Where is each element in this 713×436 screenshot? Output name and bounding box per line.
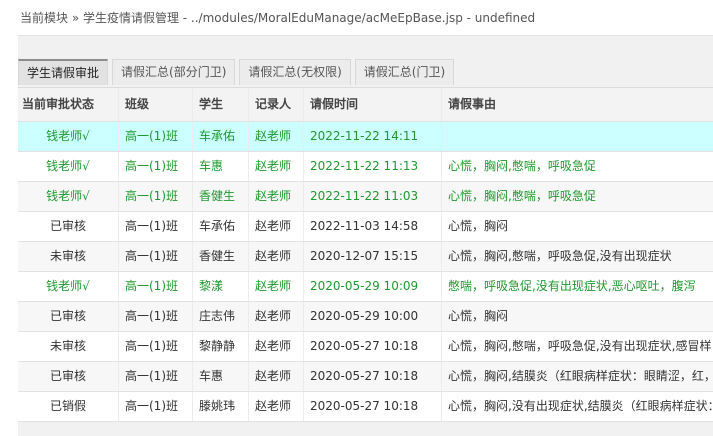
cell-reason: 憋喘，呼吸急促,没有出现症状,恶心呕吐，腹泻	[448, 279, 696, 293]
cell-status: 已审核	[18, 302, 119, 331]
breadcrumb: 当前模块 » 学生疫情请假管理 - ../modules/MoralEduMan…	[20, 11, 536, 25]
cell-time: 2020-05-27 10:18	[304, 362, 442, 391]
cell-recorder: 赵老师	[249, 362, 304, 391]
cell-student: 黎静静	[193, 332, 249, 361]
cell-time: 2020-12-07 15:15	[304, 242, 442, 271]
cell-class: 高一(1)班	[119, 152, 193, 181]
cell-recorder: 赵老师	[249, 332, 304, 361]
cell-status: 钱老师√	[18, 272, 119, 301]
table-row[interactable]: 已审核 高一(1)班 车承佑 赵老师 2022-11-03 14:58 心慌，胸闷	[18, 212, 713, 242]
tab-leave-summary-guard[interactable]: 请假汇总(门卫)	[354, 59, 455, 85]
cell-reason: 心慌，胸闷,憋喘，呼吸急促	[448, 189, 596, 203]
cell-reason: 心慌，胸闷,憋喘，呼吸急促,没有出现症状,感冒样	[448, 339, 712, 353]
table-row[interactable]: 已销假 高一(1)班 滕姚玮 赵老师 2020-05-27 10:18 心慌，胸闷,没有出…	[18, 392, 713, 422]
column-header-time[interactable]: 请假时间	[304, 88, 442, 121]
cell-student: 香健生	[193, 242, 249, 271]
cell-student: 滕姚玮	[193, 392, 249, 421]
cell-time: 2022-11-22 11:03	[304, 182, 442, 211]
cell-class: 高一(1)班	[119, 272, 193, 301]
table-row[interactable]: 钱老师√ 高一(1)班 车惠 赵老师 2022-11-22 11:13 心慌，胸闷,憋喘，…	[18, 152, 713, 182]
cell-time: 2020-05-27 10:18	[304, 332, 442, 361]
tab-student-leave-approval[interactable]: 学生请假审批	[18, 59, 109, 85]
cell-class: 高一(1)班	[119, 362, 193, 391]
cell-recorder: 赵老师	[249, 302, 304, 331]
cell-reason: 心慌，胸闷,没有出现症状,结膜炎（红眼病样症状：	[448, 399, 713, 413]
cell-time: 2022-11-03 14:58	[304, 212, 442, 241]
cell-class: 高一(1)班	[119, 392, 193, 421]
column-header-status[interactable]: 当前审批状态	[18, 88, 119, 121]
cell-student: 庄志伟	[193, 302, 249, 331]
cell-student: 黎漾	[193, 272, 249, 301]
column-header-student[interactable]: 学生	[193, 88, 249, 121]
cell-time: 2020-05-29 10:00	[304, 302, 442, 331]
table-row[interactable]: 已审核 高一(1)班 车惠 赵老师 2020-05-27 10:18 心慌，胸闷,结膜炎（…	[18, 362, 713, 392]
cell-reason: 心慌，胸闷,憋喘，呼吸急促	[448, 159, 596, 173]
cell-time: 2020-05-29 10:09	[304, 272, 442, 301]
tab-leave-summary-partial-guard[interactable]: 请假汇总(部分门卫)	[112, 59, 236, 85]
cell-status: 已审核	[18, 212, 119, 241]
cell-recorder: 赵老师	[249, 122, 304, 151]
cell-student: 车惠	[193, 152, 249, 181]
table-row[interactable]: 钱老师√ 高一(1)班 车承佑 赵老师 2022-11-22 14:11	[18, 122, 713, 152]
cell-time: 2020-05-27 10:18	[304, 392, 442, 421]
cell-class: 高一(1)班	[119, 212, 193, 241]
cell-class: 高一(1)班	[119, 182, 193, 211]
cell-recorder: 赵老师	[249, 212, 304, 241]
table-row[interactable]: 钱老师√ 高一(1)班 香健生 赵老师 2022-11-22 11:03 心慌，胸闷,憋喘…	[18, 182, 713, 212]
cell-status: 未审核	[18, 242, 119, 271]
cell-status: 钱老师√	[18, 122, 119, 151]
column-header-reason[interactable]: 请假事由	[442, 88, 713, 121]
tab-leave-summary-no-permission[interactable]: 请假汇总(无权限)	[239, 59, 351, 85]
cell-status: 已审核	[18, 362, 119, 391]
content-panel: 学生请假审批 请假汇总(部分门卫) 请假汇总(无权限) 请假汇总(门卫) 当前审…	[18, 35, 713, 436]
cell-student: 车承佑	[193, 122, 249, 151]
tab-bar: 学生请假审批 请假汇总(部分门卫) 请假汇总(无权限) 请假汇总(门卫)	[18, 59, 458, 86]
cell-status: 未审核	[18, 332, 119, 361]
cell-class: 高一(1)班	[119, 242, 193, 271]
cell-time: 2022-11-22 11:13	[304, 152, 442, 181]
cell-recorder: 赵老师	[249, 272, 304, 301]
table-body: 钱老师√ 高一(1)班 车承佑 赵老师 2022-11-22 14:11 钱老师√ 高一(1…	[18, 122, 713, 422]
cell-class: 高一(1)班	[119, 332, 193, 361]
cell-recorder: 赵老师	[249, 182, 304, 211]
cell-student: 车承佑	[193, 212, 249, 241]
cell-status: 钱老师√	[18, 152, 119, 181]
cell-status: 钱老师√	[18, 182, 119, 211]
table-header-row: 当前审批状态 班级 学生 记录人 请假时间 请假事由	[18, 88, 713, 122]
leave-approval-table: 当前审批状态 班级 学生 记录人 请假时间 请假事由 钱老师√ 高一(1)班 车承佑…	[18, 87, 713, 422]
table-row[interactable]: 已审核 高一(1)班 庄志伟 赵老师 2020-05-29 10:00 心慌，胸闷	[18, 302, 713, 332]
cell-recorder: 赵老师	[249, 152, 304, 181]
cell-reason: 心慌，胸闷	[448, 219, 509, 233]
cell-student: 车惠	[193, 362, 249, 391]
cell-reason: 心慌，胸闷	[448, 309, 509, 323]
table-row[interactable]: 钱老师√ 高一(1)班 黎漾 赵老师 2020-05-29 10:09 憋喘，呼吸急促,没…	[18, 272, 713, 302]
cell-reason	[442, 122, 713, 151]
cell-recorder: 赵老师	[249, 392, 304, 421]
cell-time: 2022-11-22 14:11	[304, 122, 442, 151]
column-header-class[interactable]: 班级	[119, 88, 193, 121]
cell-reason: 心慌，胸闷,憋喘，呼吸急促,没有出现症状	[448, 249, 672, 263]
column-header-recorder[interactable]: 记录人	[249, 88, 304, 121]
cell-class: 高一(1)班	[119, 122, 193, 151]
cell-recorder: 赵老师	[249, 242, 304, 271]
cell-student: 香健生	[193, 182, 249, 211]
table-row[interactable]: 未审核 高一(1)班 黎静静 赵老师 2020-05-27 10:18 心慌，胸闷,憋喘，…	[18, 332, 713, 362]
cell-class: 高一(1)班	[119, 302, 193, 331]
cell-reason: 心慌，胸闷,结膜炎（红眼病样症状：眼睛涩，红，	[448, 369, 713, 383]
table-row[interactable]: 未审核 高一(1)班 香健生 赵老师 2020-12-07 15:15 心慌，胸闷,憋喘，…	[18, 242, 713, 272]
cell-status: 已销假	[18, 392, 119, 421]
